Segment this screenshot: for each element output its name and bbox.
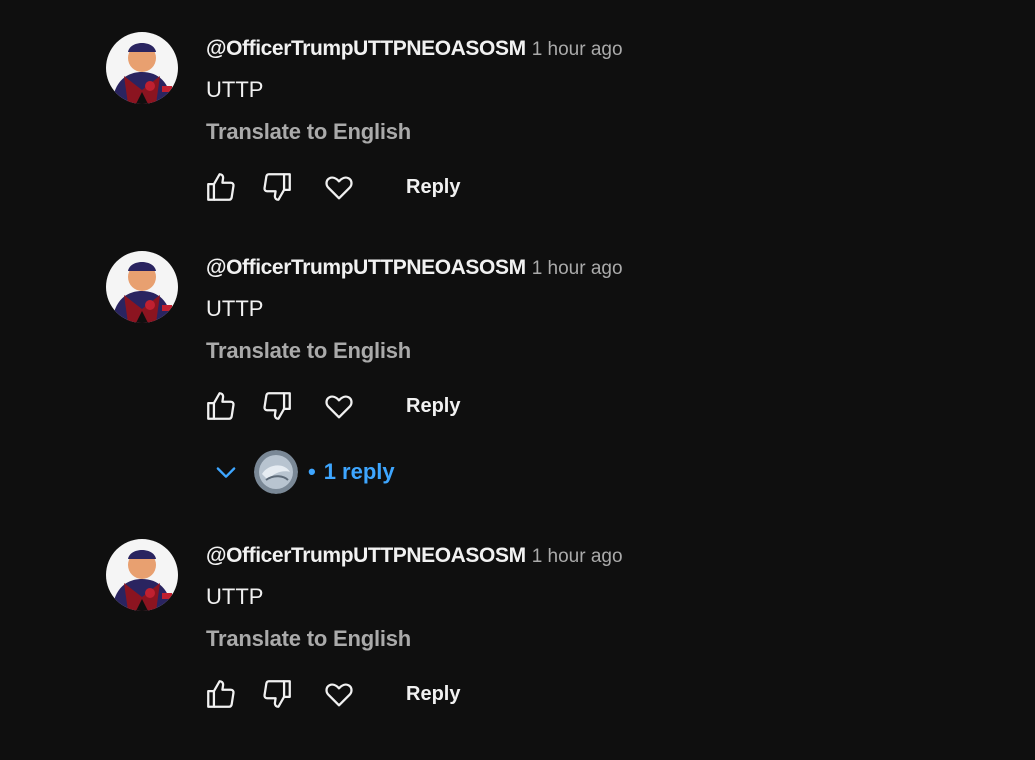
comment-author[interactable]: @OfficerTrumpUTTPNEOASOSM — [206, 544, 526, 567]
comment-header: @OfficerTrumpUTTPNEOASOSM 1 hour ago — [206, 255, 623, 282]
thumbs-down-icon[interactable] — [258, 387, 296, 425]
comment-actions: Reply — [202, 168, 502, 208]
translate-link[interactable]: Translate to English — [206, 337, 411, 365]
avatar[interactable] — [106, 32, 178, 104]
translate-link[interactable]: Translate to English — [206, 118, 411, 146]
avatar[interactable] — [106, 251, 178, 323]
comment-author[interactable]: @OfficerTrumpUTTPNEOASOSM — [206, 256, 526, 279]
comment-timestamp[interactable]: 1 hour ago — [532, 258, 623, 279]
comment-header: @OfficerTrumpUTTPNEOASOSM 1 hour ago — [206, 36, 623, 63]
comments-section: @OfficerTrumpUTTPNEOASOSM 1 hour ago UTTP… — [0, 0, 1035, 760]
heart-icon[interactable] — [320, 168, 358, 206]
translate-link[interactable]: Translate to English — [206, 625, 411, 653]
thumbs-up-icon[interactable] — [202, 675, 240, 713]
comment-timestamp[interactable]: 1 hour ago — [532, 39, 623, 60]
comment-header: @OfficerTrumpUTTPNEOASOSM 1 hour ago — [206, 543, 623, 570]
heart-icon[interactable] — [320, 675, 358, 713]
comment-text: UTTP — [206, 296, 264, 321]
thumbs-up-icon[interactable] — [202, 387, 240, 425]
comment-text: UTTP — [206, 77, 264, 102]
comment-author[interactable]: @OfficerTrumpUTTPNEOASOSM — [206, 37, 526, 60]
view-replies-button[interactable]: • 1 reply — [212, 450, 395, 494]
reply-button[interactable]: Reply — [406, 393, 460, 419]
chevron-down-icon — [216, 467, 236, 478]
reply-button[interactable]: Reply — [406, 681, 460, 707]
separator-dot: • — [308, 459, 316, 484]
comment-actions: Reply — [202, 675, 502, 715]
reply-author-avatar — [254, 450, 298, 494]
heart-icon[interactable] — [320, 387, 358, 425]
thumbs-up-icon[interactable] — [202, 168, 240, 206]
thumbs-down-icon[interactable] — [258, 168, 296, 206]
comment-text: UTTP — [206, 584, 264, 609]
reply-count[interactable]: 1 reply — [324, 459, 395, 485]
comment-timestamp[interactable]: 1 hour ago — [532, 546, 623, 567]
reply-button[interactable]: Reply — [406, 174, 460, 200]
thumbs-down-icon[interactable] — [258, 675, 296, 713]
avatar[interactable] — [106, 539, 178, 611]
comment-actions: Reply — [202, 387, 502, 427]
